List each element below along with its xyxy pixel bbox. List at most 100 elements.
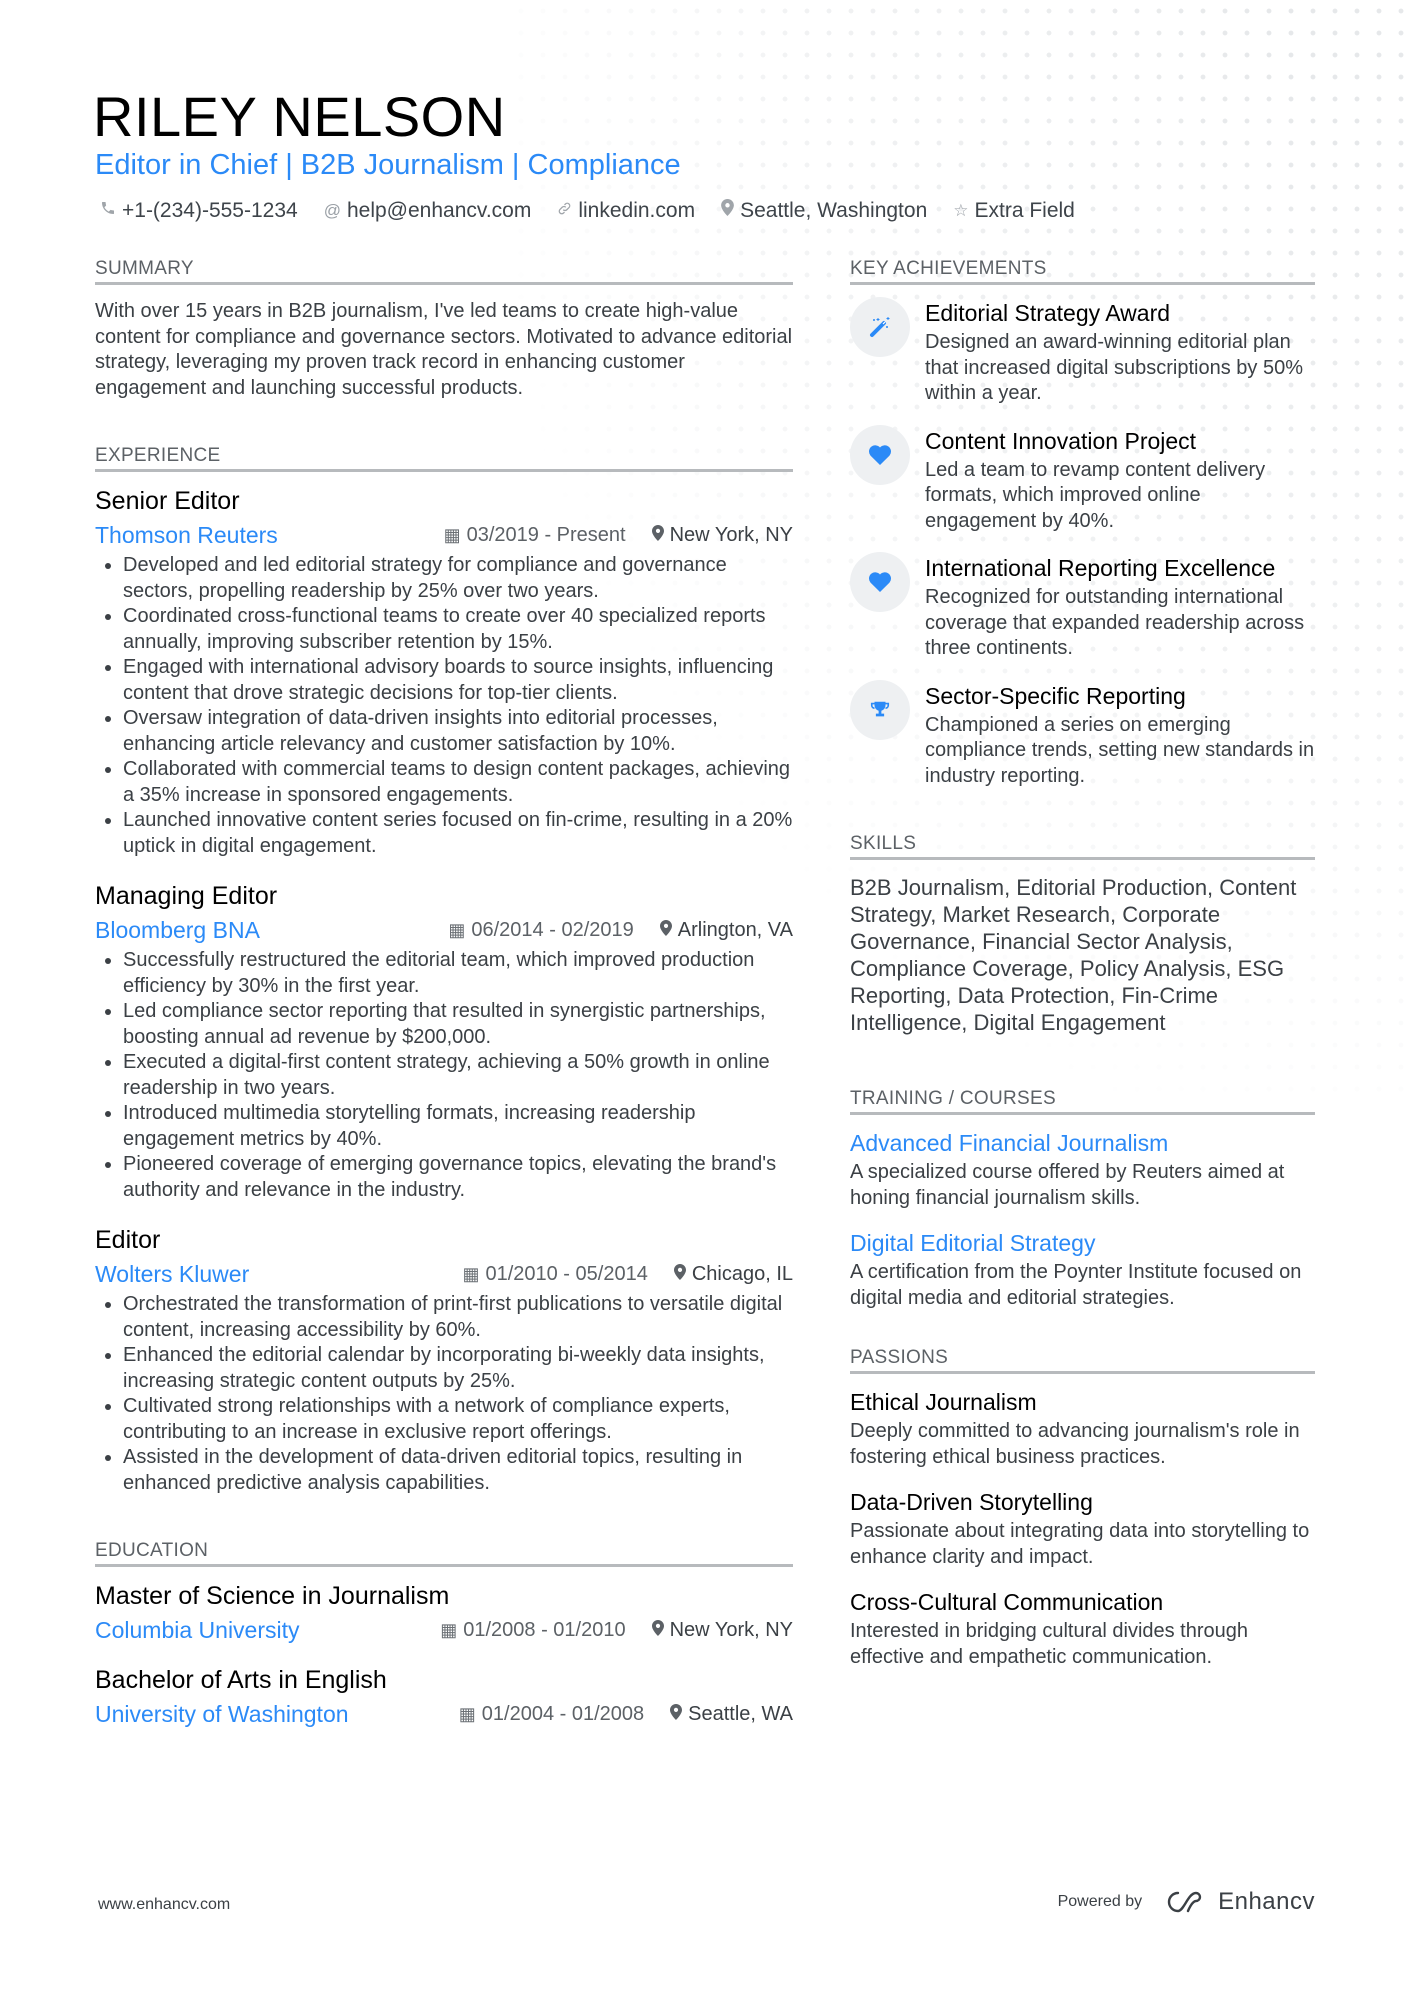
link-icon (557, 198, 572, 224)
summary-text: With over 15 years in B2B journalism, I'… (95, 300, 793, 399)
location-pin-icon (651, 1620, 664, 1640)
brand-name: Enhancv (1218, 1888, 1315, 1915)
bullet-item: Successfully restructured the editorial … (123, 948, 793, 999)
bullet-item: Led compliance sector reporting that res… (123, 999, 793, 1050)
achievements-section: KEY ACHIEVEMENTS Editorial Strategy Awar… (850, 258, 1315, 789)
education-entry: Master of Science in Journalism Columbia… (95, 1581, 793, 1645)
passion-description: Passionate about integrating data into s… (850, 1520, 1310, 1568)
location-pin-icon (721, 198, 734, 224)
at-icon: @ (323, 201, 341, 220)
job-bullets: Successfully restructured the editorial … (95, 948, 793, 1203)
bullet-item: Introduced multimedia storytelling forma… (123, 1101, 793, 1152)
passion-title: Data-Driven Storytelling (850, 1489, 1093, 1515)
contact-email[interactable]: @ help@enhancv.com (324, 198, 532, 224)
achievement-description: Championed a series on emerging complian… (925, 713, 1315, 787)
skills-heading: SKILLS (850, 833, 1315, 860)
calendar-icon: ▦ (440, 1620, 458, 1640)
bullet-item: Collaborated with commercial teams to de… (123, 757, 793, 808)
bullet-item: Engaged with international advisory boar… (123, 655, 793, 706)
contact-phone-text: +1-(234)-555-1234 (122, 199, 298, 222)
headline: Editor in Chief | B2B Journalism | Compl… (95, 149, 681, 181)
contact-location: Seattle, Washington (721, 198, 927, 224)
location-pin-icon (651, 525, 664, 545)
footer-website-link[interactable]: www.enhancv.com (98, 1896, 230, 1914)
company-name[interactable]: Wolters Kluwer (95, 1259, 249, 1289)
passion-description: Interested in bridging cultural divides … (850, 1620, 1249, 1668)
job-location: Chicago, IL (691, 1263, 793, 1285)
job-entry: Managing Editor Bloomberg BNA ▦ 06/2014 -… (95, 881, 793, 1203)
education-entry: Bachelor of Arts in English University o… (95, 1665, 793, 1729)
degree: Bachelor of Arts in English (95, 1666, 387, 1694)
summary-section: SUMMARY With over 15 years in B2B journa… (95, 258, 793, 401)
bullet-item: Cultivated strong relationships with a n… (123, 1394, 793, 1445)
company-name[interactable]: Bloomberg BNA (95, 915, 260, 945)
education-dates: 01/2008 - 01/2010 (463, 1619, 626, 1641)
enhancv-logo[interactable]: Enhancv (1164, 1888, 1315, 1916)
calendar-icon: ▦ (448, 920, 466, 940)
job-entry: Editor Wolters Kluwer ▦ 01/2010 - 05/2014… (95, 1225, 793, 1496)
job-dates: 06/2014 - 02/2019 (471, 919, 634, 941)
achievements-heading: KEY ACHIEVEMENTS (850, 258, 1315, 285)
left-column: SUMMARY With over 15 years in B2B journa… (95, 258, 793, 1749)
training-section: TRAINING / COURSES Advanced Financial Jo… (850, 1088, 1315, 1311)
bullet-item: Executed a digital-first content strateg… (123, 1050, 793, 1101)
heart-icon (850, 424, 910, 485)
passion-item: Cross-Cultural Communication Interested … (850, 1588, 1315, 1670)
job-dates: 01/2010 - 05/2014 (485, 1263, 648, 1285)
powered-by-label: Powered by (1057, 1893, 1143, 1910)
achievement-description: Recognized for outstanding international… (925, 586, 1305, 659)
contact-linkedin[interactable]: linkedin.com (557, 198, 695, 224)
phone-icon (100, 198, 116, 224)
summary-heading: SUMMARY (95, 258, 793, 285)
footer-powered-by: Powered by Enhancv (1058, 1888, 1315, 1916)
bullet-item: Pioneered coverage of emerging governanc… (123, 1152, 793, 1203)
education-dates: 01/2004 - 01/2008 (481, 1703, 645, 1725)
achievement-description: Led a team to revamp content delivery fo… (925, 458, 1266, 532)
contact-linkedin-text: linkedin.com (578, 199, 696, 222)
course-title[interactable]: Digital Editorial Strategy (850, 1229, 1315, 1258)
calendar-icon: ▦ (458, 1704, 476, 1724)
passions-heading: PASSIONS (850, 1347, 1315, 1374)
passion-title: Cross-Cultural Communication (850, 1589, 1164, 1615)
school-name[interactable]: Columbia University (95, 1615, 300, 1645)
bullet-item: Assisted in the development of data-driv… (123, 1445, 793, 1496)
bullet-item: Oversaw integration of data-driven insig… (123, 706, 793, 757)
passion-item: Data-Driven Storytelling Passionate abou… (850, 1488, 1315, 1570)
achievement-title: Sector-Specific Reporting (925, 682, 1186, 709)
location-pin-icon (670, 1704, 683, 1724)
achievement-title: Editorial Strategy Award (925, 300, 1171, 326)
course-description: A certification from the Poynter Institu… (850, 1261, 1302, 1309)
degree: Master of Science in Journalism (95, 1582, 450, 1610)
course-title[interactable]: Advanced Financial Journalism (850, 1129, 1315, 1158)
heart-icon (850, 552, 910, 612)
passion-item: Ethical Journalism Deeply committed to a… (850, 1388, 1315, 1470)
enhancv-logo-icon (1167, 1891, 1202, 1913)
star-icon: ☆ (953, 201, 969, 220)
contact-extra-text: Extra Field (974, 199, 1075, 222)
passion-description: Deeply committed to advancing journalism… (850, 1420, 1300, 1468)
achievement-item: Sector-Specific Reporting Championed a s… (850, 679, 1315, 790)
trophy-icon (850, 679, 910, 740)
skills-section: SKILLS B2B Journalism, Editorial Product… (850, 833, 1315, 1036)
contact-phone[interactable]: +1-(234)-555-1234 (100, 198, 298, 224)
training-heading: TRAINING / COURSES (850, 1088, 1315, 1115)
calendar-icon: ▦ (462, 1264, 480, 1284)
right-column: KEY ACHIEVEMENTS Editorial Strategy Awar… (850, 258, 1315, 1688)
course-item: Advanced Financial Journalism A speciali… (850, 1129, 1315, 1211)
job-bullets: Developed and led editorial strategy for… (95, 553, 793, 859)
education-location: New York, NY (669, 1619, 793, 1641)
job-location: Arlington, VA (677, 919, 793, 941)
job-location: New York, NY (669, 524, 793, 546)
job-title: Editor (95, 1226, 161, 1254)
school-name[interactable]: University of Washington (95, 1699, 349, 1729)
magic-wand-icon (850, 297, 910, 357)
achievement-title: International Reporting Excellence (925, 555, 1276, 581)
achievement-title: Content Innovation Project (925, 427, 1197, 454)
company-name[interactable]: Thomson Reuters (95, 520, 278, 550)
experience-section: EXPERIENCE Senior Editor Thomson Reuters… (95, 445, 793, 1496)
course-item: Digital Editorial Strategy A certificati… (850, 1229, 1315, 1311)
experience-heading: EXPERIENCE (95, 445, 793, 472)
contact-location-text: Seattle, Washington (740, 199, 928, 222)
job-title: Managing Editor (95, 882, 278, 910)
location-pin-icon (673, 1264, 686, 1284)
